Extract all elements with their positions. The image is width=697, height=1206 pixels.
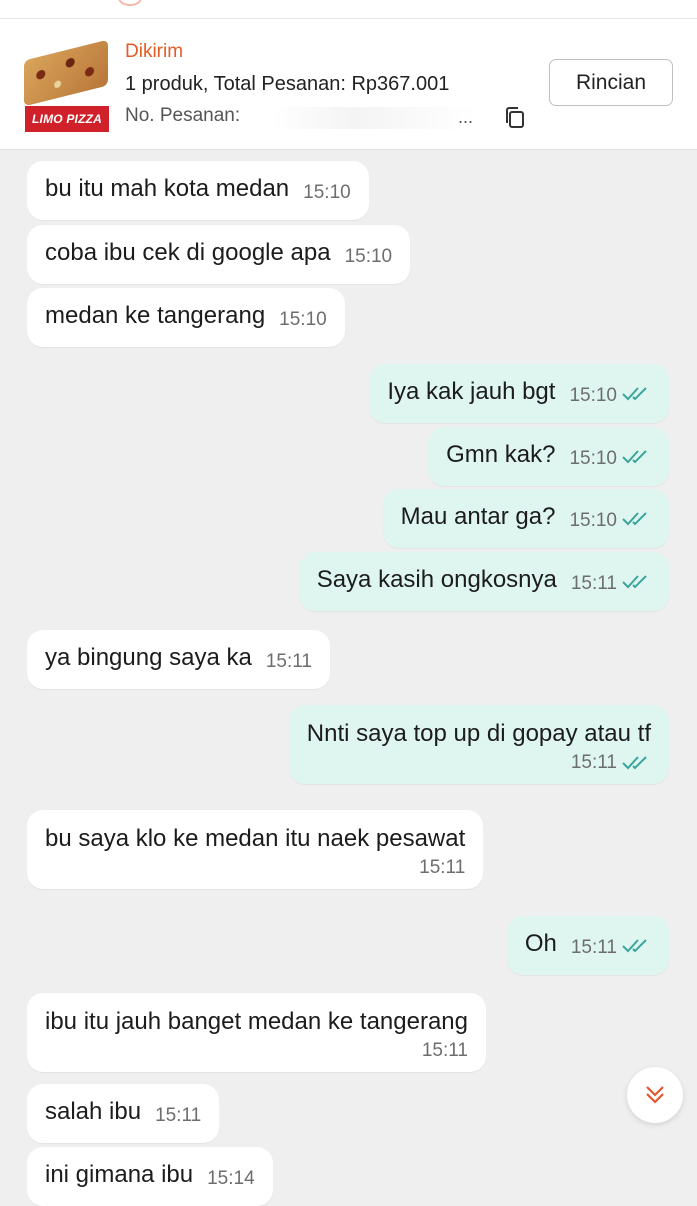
- message-time: 15:11: [570, 573, 617, 594]
- order-card[interactable]: LIMO PIZZA Dikirim 1 produk, Total Pesan…: [0, 19, 697, 150]
- message-incoming: medan ke tangerang 15:10: [27, 288, 345, 347]
- message-text: Oh: [524, 930, 557, 957]
- order-status: Dikirim: [125, 41, 184, 62]
- product-thumbnail: LIMO PIZZA: [22, 39, 110, 142]
- message-text: bu saya klo ke medan itu naek pesawat: [45, 825, 466, 852]
- double-chevron-down-icon: [646, 1086, 664, 1104]
- order-number-redacted: ...: [272, 107, 477, 129]
- message-time: 15:10: [569, 510, 617, 531]
- message-time: 15:11: [155, 1105, 202, 1126]
- message-incoming: bu itu mah kota medan 15:10: [27, 161, 369, 220]
- message-text: medan ke tangerang: [45, 302, 266, 329]
- message-incoming: ya bingung saya ka 15:11: [27, 630, 330, 689]
- double-check-icon: [622, 939, 647, 953]
- message-outgoing: Nnti saya top up di gopay atau tf 15:11: [288, 705, 669, 784]
- message-time: 15:11: [570, 937, 617, 958]
- details-button[interactable]: Rincian: [549, 59, 673, 106]
- message-text: Iya kak jauh bgt: [387, 378, 556, 405]
- message-text: Nnti saya top up di gopay atau tf: [306, 720, 651, 747]
- message-incoming: ini gimana ibu 15:14: [27, 1147, 273, 1206]
- message-incoming: bu saya klo ke medan itu naek pesawat 15…: [27, 810, 484, 889]
- message-outgoing: Oh 15:11: [506, 916, 669, 975]
- message-text: ya bingung saya ka: [45, 644, 252, 671]
- message-time: 15:10: [569, 385, 617, 406]
- message-time: 15:10: [279, 309, 327, 330]
- message-text: bu itu mah kota medan: [45, 175, 290, 202]
- double-check-icon: [622, 387, 647, 401]
- top-decoration: [118, 0, 142, 6]
- message-time: 15:11: [421, 1040, 468, 1061]
- message-text: ini gimana ibu: [45, 1161, 194, 1188]
- message-time: 15:11: [265, 651, 312, 672]
- message-time: 15:10: [344, 246, 393, 267]
- brand-logo: LIMO PIZZA: [25, 106, 109, 132]
- message-incoming: coba ibu cek di google apa 15:10: [27, 225, 411, 284]
- message-text: ibu itu jauh banget medan ke tangerang: [45, 1008, 468, 1035]
- top-bar: [0, 0, 697, 19]
- message-text: Gmn kak?: [446, 441, 556, 468]
- double-check-icon: [622, 512, 647, 526]
- message-time: 15:10: [569, 448, 617, 469]
- message-text: coba ibu cek di google apa: [45, 239, 331, 266]
- message-outgoing: Saya kasih ongkosnya 15:11: [298, 552, 669, 611]
- double-check-icon: [622, 450, 647, 464]
- pizza-image: [24, 39, 108, 107]
- message-incoming: salah ibu 15:11: [27, 1084, 220, 1143]
- double-check-icon: [622, 756, 647, 770]
- message-time: 15:11: [570, 752, 617, 773]
- copy-icon[interactable]: [505, 107, 525, 129]
- message-time: 15:14: [207, 1168, 255, 1189]
- message-text: salah ibu: [45, 1098, 142, 1125]
- message-outgoing: Gmn kak? 15:10: [428, 427, 669, 486]
- message-text: Mau antar ga?: [400, 503, 556, 530]
- message-outgoing: Iya kak jauh bgt 15:10: [369, 364, 669, 423]
- message-outgoing: Mau antar ga? 15:10: [382, 489, 669, 548]
- scroll-to-bottom-button[interactable]: [627, 1067, 683, 1123]
- order-number-label: No. Pesanan:: [125, 105, 241, 126]
- order-number-ellipsis: ...: [457, 107, 473, 127]
- order-summary: 1 produk, Total Pesanan: Rp367.001: [125, 73, 450, 95]
- double-check-icon: [622, 575, 647, 589]
- message-text: Saya kasih ongkosnya: [316, 566, 557, 593]
- message-time: 15:10: [303, 182, 351, 203]
- message-incoming: ibu itu jauh banget medan ke tangerang 1…: [27, 993, 486, 1072]
- message-time: 15:11: [419, 857, 466, 878]
